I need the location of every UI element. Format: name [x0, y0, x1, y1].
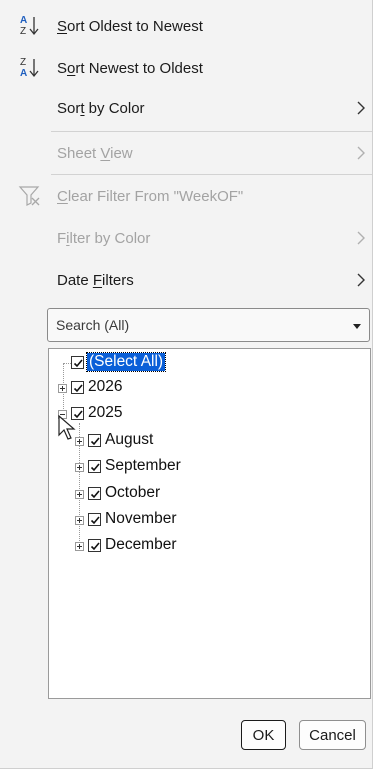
- expand-plus-icon[interactable]: [75, 490, 84, 499]
- menu-item-label: Sort Newest to Oldest: [57, 59, 203, 77]
- expand-plus-icon[interactable]: [58, 384, 67, 393]
- sort-newest-to-oldest-item[interactable]: Z A Sort Newest to Oldest: [0, 48, 372, 88]
- chevron-right-icon: [354, 218, 368, 258]
- tree-item-label: December: [105, 536, 177, 553]
- checkbox-checked[interactable]: [88, 434, 101, 447]
- menu-separator: [51, 174, 372, 175]
- tree-connector: [63, 363, 71, 364]
- menu-item-label: Date Filters: [57, 271, 134, 289]
- search-box[interactable]: [47, 308, 370, 342]
- tree-item-label: 2025: [88, 404, 123, 421]
- checkbox-checked[interactable]: [88, 539, 101, 552]
- svg-text:A: A: [20, 68, 27, 79]
- expand-plus-icon[interactable]: [75, 542, 84, 551]
- svg-text:A: A: [20, 15, 27, 26]
- sort-ascending-icon: A Z: [16, 6, 44, 46]
- tree-item-label: October: [105, 484, 161, 501]
- menu-item-label: Sheet View: [57, 144, 133, 162]
- checkbox-checked[interactable]: [88, 460, 101, 473]
- sheet-view-item: Sheet View: [0, 133, 372, 173]
- cancel-button[interactable]: Cancel: [299, 720, 366, 750]
- svg-text:Z: Z: [20, 57, 26, 68]
- tree-item-label: November: [105, 510, 177, 527]
- svg-text:Z: Z: [20, 26, 26, 37]
- search-input[interactable]: [48, 309, 338, 341]
- checkbox-checked[interactable]: [71, 381, 84, 394]
- expand-plus-icon[interactable]: [75, 463, 84, 472]
- menu-separator: [51, 131, 372, 132]
- clear-filter-item: Clear Filter From "WeekOF": [0, 176, 372, 216]
- sort-oldest-to-newest-item[interactable]: A Z Sort Oldest to Newest: [0, 6, 372, 46]
- menu-item-label: Filter by Color: [57, 229, 151, 247]
- chevron-right-icon: [354, 133, 368, 173]
- filter-values-tree[interactable]: (Select All) 2026 2025 August September …: [48, 348, 371, 699]
- clear-filter-icon: [16, 176, 44, 216]
- menu-item-label: Sort Oldest to Newest: [57, 17, 203, 35]
- date-filters-item[interactable]: Date Filters: [0, 260, 372, 300]
- tree-item-label: 2026: [88, 378, 123, 395]
- ok-button[interactable]: OK: [241, 720, 286, 750]
- expand-plus-icon[interactable]: [75, 516, 84, 525]
- dropdown-arrow-icon[interactable]: [351, 319, 363, 331]
- menu-item-label: Sort by Color: [57, 99, 145, 117]
- expand-plus-icon[interactable]: [75, 437, 84, 446]
- checkbox-checked[interactable]: [71, 356, 84, 369]
- menu-item-label: Clear Filter From "WeekOF": [57, 187, 244, 205]
- checkbox-checked[interactable]: [88, 487, 101, 500]
- tree-item-label: (Select All): [85, 352, 167, 372]
- chevron-right-icon: [354, 88, 368, 128]
- sort-descending-icon: Z A: [16, 48, 44, 88]
- filter-dropdown-menu: A Z Sort Oldest to Newest Z A Sort Newes…: [0, 0, 373, 769]
- tree-item-label: September: [105, 457, 181, 474]
- mouse-cursor-icon: [58, 415, 76, 440]
- sort-by-color-item[interactable]: Sort by Color: [0, 88, 372, 128]
- filter-by-color-item: Filter by Color: [0, 218, 372, 258]
- chevron-right-icon: [354, 260, 368, 300]
- tree-item-label: August: [105, 431, 154, 448]
- checkbox-checked[interactable]: [88, 513, 101, 526]
